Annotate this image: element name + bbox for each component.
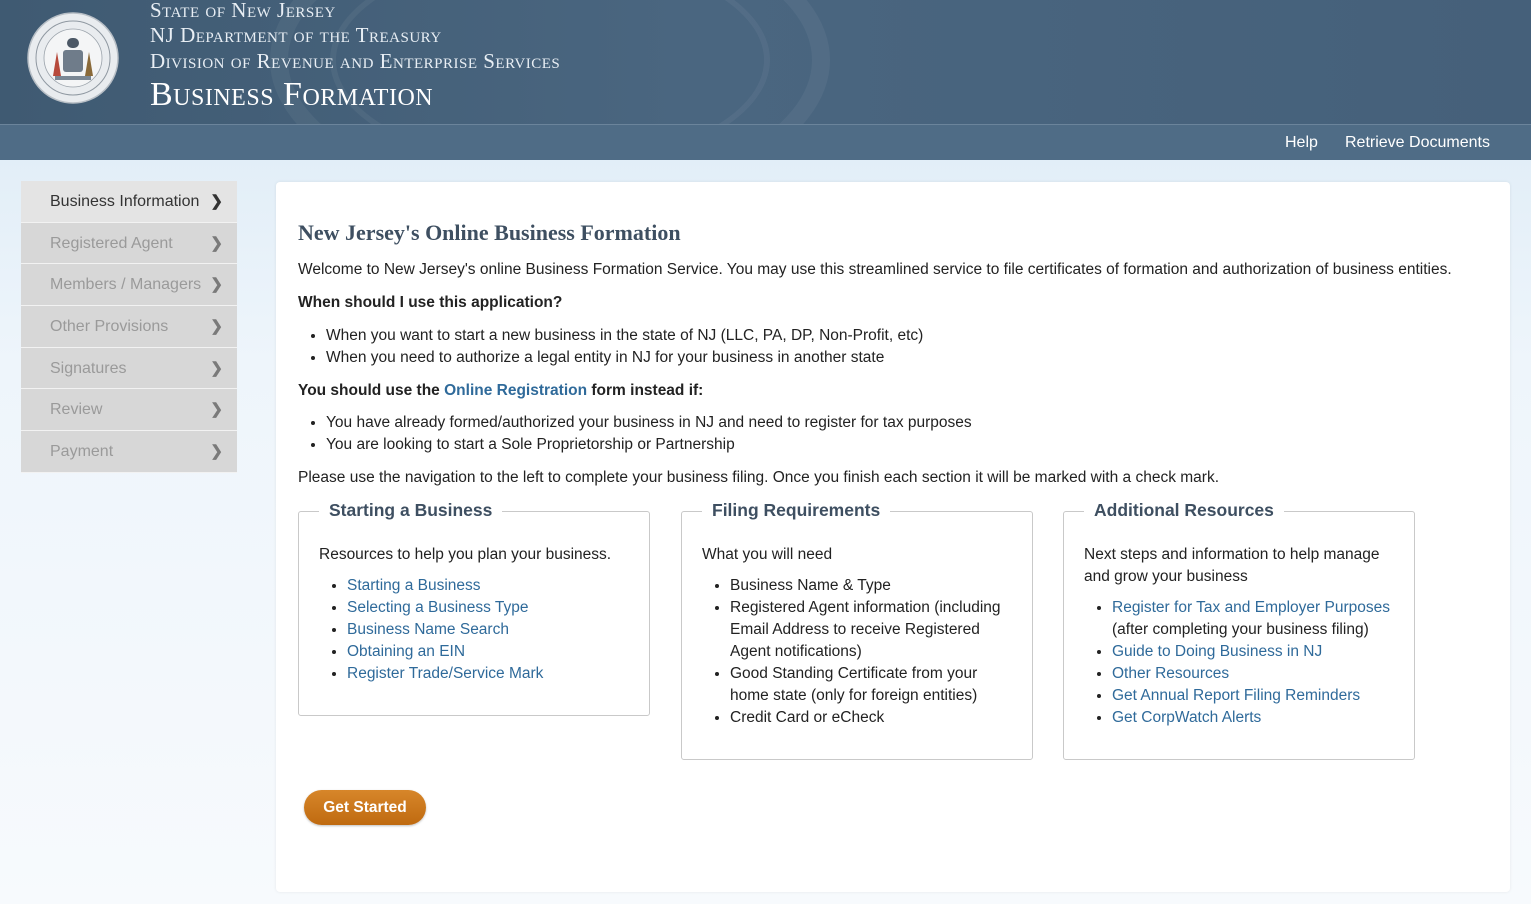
business-name-search-link[interactable]: Business Name Search: [347, 621, 509, 638]
list-item-line: home state (only for foreign entities): [730, 687, 978, 704]
list-item: Credit Card or eCheck: [730, 707, 1001, 729]
additional-resources-box: Additional Resources Next steps and info…: [1063, 500, 1415, 760]
online-registration-link[interactable]: Online Registration: [444, 382, 587, 399]
list-item-line: Good Standing Certificate from your: [730, 665, 978, 682]
list-item: You are looking to start a Sole Propriet…: [326, 434, 972, 456]
additional-resources-title: Additional Resources: [1084, 500, 1284, 521]
filing-requirements-desc: What you will need: [702, 546, 833, 563]
list-item: Business Name & Type: [730, 575, 1001, 597]
sidebar-item-review[interactable]: Review ❯: [21, 389, 237, 432]
sidebar-item-label: Other Provisions: [50, 318, 169, 336]
additional-resources-desc: Next steps and information to help manag…: [1084, 544, 1380, 588]
header-titles: State of New Jersey NJ Department of the…: [150, 0, 560, 116]
list-item: Guide to Doing Business in NJ: [1112, 641, 1390, 663]
header-app-title: Business Formation: [150, 76, 434, 113]
sidebar-item-label: Payment: [50, 443, 114, 461]
main-content-panel: New Jersey's Online Business Formation W…: [276, 182, 1510, 892]
list-item-line: Agent notifications): [730, 643, 862, 660]
sidebar-item-label: Registered Agent: [50, 234, 173, 252]
when-heading: When should I use this application?: [298, 294, 563, 311]
when-list: When you want to start a new business in…: [326, 325, 923, 369]
navigation-note: Please use the navigation to the left to…: [298, 469, 1220, 486]
obtaining-ein-link[interactable]: Obtaining an EIN: [347, 643, 465, 660]
list-item: When you need to authorize a legal entit…: [326, 347, 923, 369]
list-item: Get Annual Report Filing Reminders: [1112, 685, 1390, 707]
sidebar-item-label: Members / Managers: [50, 276, 202, 294]
list-item: Selecting a Business Type: [347, 597, 543, 619]
header-division: Division of Revenue and Enterprise Servi…: [150, 49, 561, 73]
desc-line: and grow your business: [1084, 568, 1248, 585]
list-item: Starting a Business: [347, 575, 543, 597]
chevron-right-icon: ❯: [210, 401, 223, 419]
register-trade-mark-link[interactable]: Register Trade/Service Mark: [347, 665, 543, 682]
list-item: Registered Agent information (including E…: [730, 597, 1001, 663]
guide-doing-business-link[interactable]: Guide to Doing Business in NJ: [1112, 643, 1322, 660]
list-item-line: Email Address to receive Registered: [730, 621, 980, 638]
list-item: Business Name Search: [347, 619, 543, 641]
corpwatch-alerts-link[interactable]: Get CorpWatch Alerts: [1112, 709, 1261, 726]
instead-heading: You should use the Online Registration f…: [298, 382, 703, 400]
sidebar-item-business-information[interactable]: Business Information ❯: [21, 181, 237, 223]
retrieve-documents-link[interactable]: Retrieve Documents: [1345, 134, 1490, 152]
chevron-right-icon: ❯: [210, 359, 223, 377]
list-item: You have already formed/authorized your …: [326, 412, 972, 434]
filing-requirements-list: Business Name & Type Registered Agent in…: [730, 575, 1001, 729]
register-tax-employer-link[interactable]: Register for Tax and Employer Purposes: [1112, 599, 1390, 616]
list-item: Other Resources: [1112, 663, 1390, 685]
list-item: Register Trade/Service Mark: [347, 663, 543, 685]
chevron-right-icon: ❯: [210, 443, 223, 461]
site-header: State of New Jersey NJ Department of the…: [0, 0, 1536, 124]
header-state: State of New Jersey: [150, 0, 336, 22]
sidebar-item-label: Business Information: [50, 193, 200, 210]
instead-list: You have already formed/authorized your …: [326, 412, 972, 456]
sidebar-item-members-managers[interactable]: Members / Managers ❯: [21, 264, 237, 307]
sidebar-nav: Business Information ❯ Registered Agent …: [21, 181, 237, 473]
sidebar-item-label: Review: [50, 401, 103, 419]
welcome-text: Welcome to New Jersey's online Business …: [298, 261, 1452, 278]
selecting-business-type-link[interactable]: Selecting a Business Type: [347, 599, 529, 616]
list-item-line: Registered Agent information (including: [730, 599, 1001, 616]
list-item: Register for Tax and Employer Purposes (a…: [1112, 597, 1390, 641]
filing-requirements-title: Filing Requirements: [702, 500, 891, 521]
sidebar-item-registered-agent[interactable]: Registered Agent ❯: [21, 222, 237, 265]
starting-business-title: Starting a Business: [319, 500, 503, 521]
help-link[interactable]: Help: [1285, 134, 1318, 152]
page-title: New Jersey's Online Business Formation: [298, 220, 681, 245]
starting-business-desc: Resources to help you plan your business…: [319, 546, 612, 563]
nj-seal-icon: [27, 12, 119, 104]
additional-resources-links: Register for Tax and Employer Purposes (a…: [1112, 597, 1390, 729]
list-item: Good Standing Certificate from your home …: [730, 663, 1001, 707]
starting-business-links: Starting a Business Selecting a Business…: [347, 575, 543, 685]
starting-business-box: Starting a Business Resources to help yo…: [298, 500, 650, 716]
top-nav-bar: Help Retrieve Documents: [0, 124, 1531, 160]
desc-line: Next steps and information to help manag…: [1084, 546, 1380, 563]
sidebar-item-signatures[interactable]: Signatures ❯: [21, 347, 237, 390]
instead-suffix: form instead if:: [587, 382, 704, 399]
starting-a-business-link[interactable]: Starting a Business: [347, 577, 481, 594]
chevron-right-icon: ❯: [210, 234, 223, 252]
chevron-right-icon: ❯: [210, 276, 223, 294]
sidebar-item-payment[interactable]: Payment ❯: [21, 431, 237, 473]
filing-requirements-box: Filing Requirements What you will need B…: [681, 500, 1033, 760]
list-item: Obtaining an EIN: [347, 641, 543, 663]
annual-report-reminders-link[interactable]: Get Annual Report Filing Reminders: [1112, 687, 1360, 704]
header-department: NJ Department of the Treasury: [150, 23, 442, 47]
list-item: Get CorpWatch Alerts: [1112, 707, 1390, 729]
link-note: (after completing your business filing): [1112, 621, 1369, 638]
instead-prefix: You should use the: [298, 382, 445, 399]
window-edge: [1531, 0, 1536, 904]
get-started-button[interactable]: Get Started: [304, 790, 426, 825]
chevron-right-icon: ❯: [210, 193, 223, 210]
sidebar-item-other-provisions[interactable]: Other Provisions ❯: [21, 306, 237, 348]
other-resources-link[interactable]: Other Resources: [1112, 665, 1229, 682]
list-item: When you want to start a new business in…: [326, 325, 923, 347]
chevron-right-icon: ❯: [210, 318, 223, 336]
sidebar-item-label: Signatures: [50, 359, 127, 377]
